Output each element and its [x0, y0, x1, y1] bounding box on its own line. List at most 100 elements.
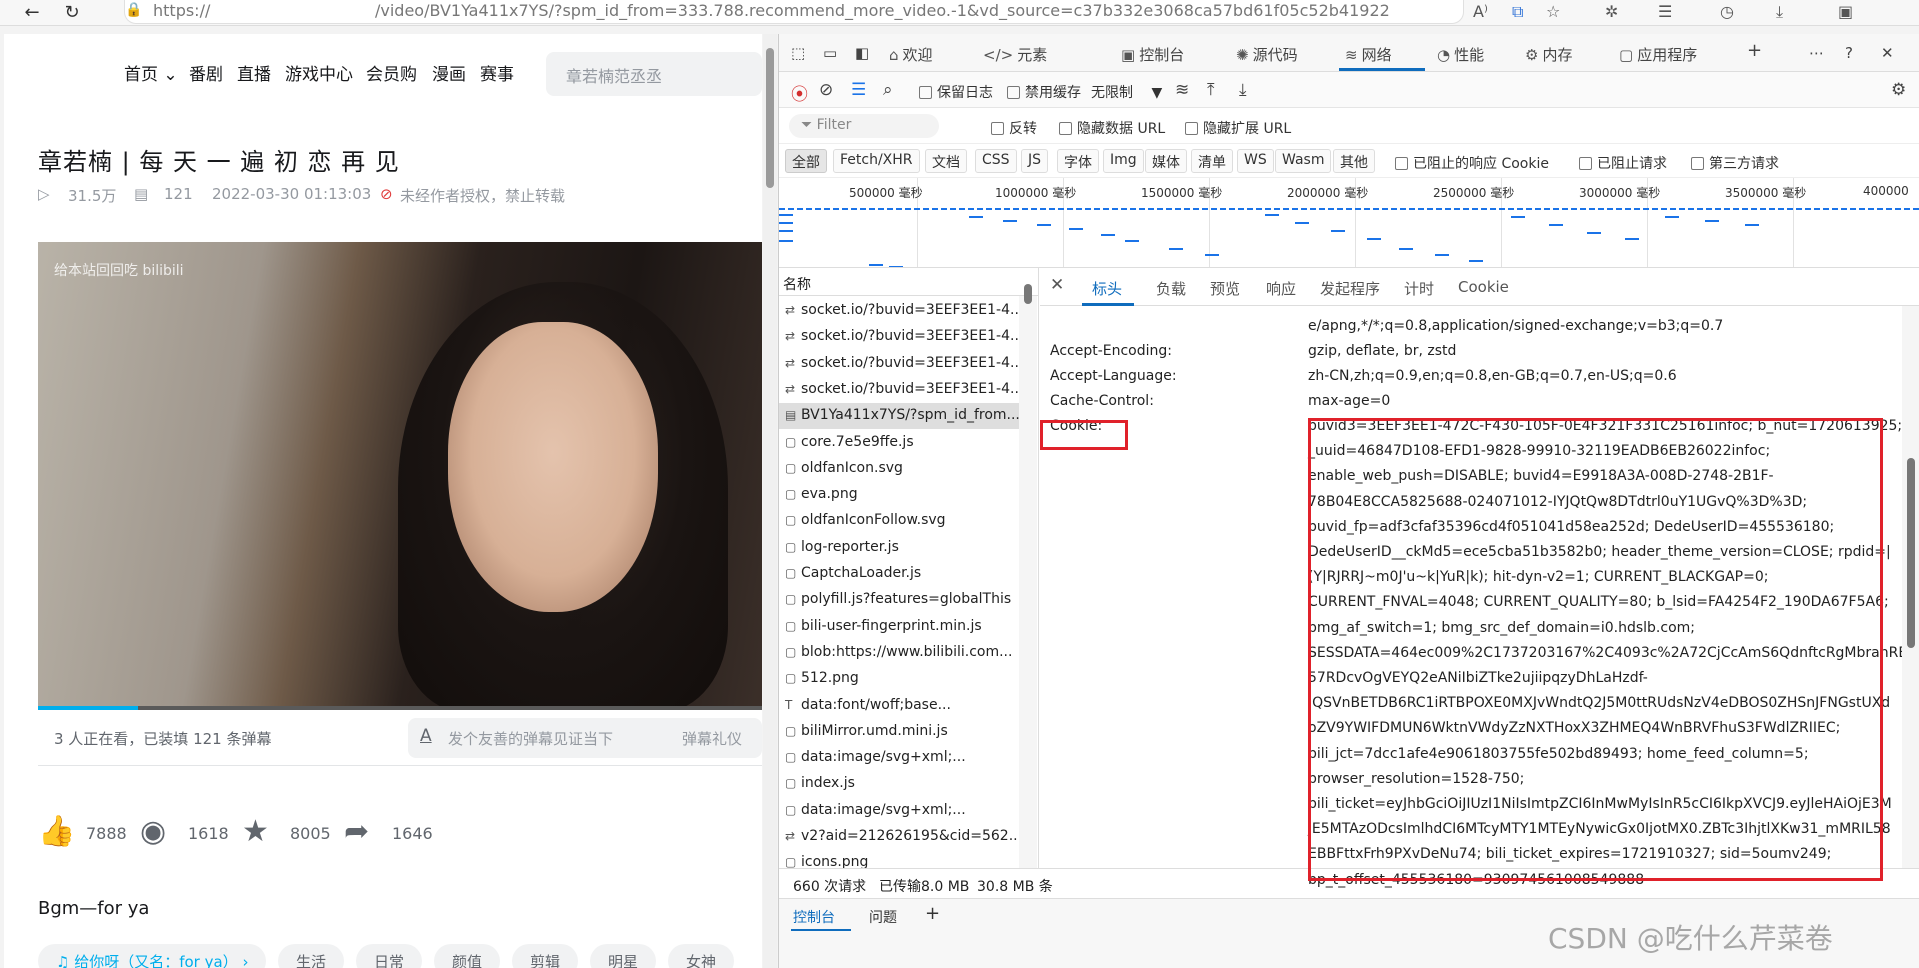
detail-tab-headers[interactable]: 标头	[1092, 278, 1122, 299]
video-player[interactable]: 给本站回回吃 bilibili	[38, 242, 762, 710]
history-icon[interactable]: ◷	[1720, 2, 1734, 21]
request-row[interactable]: ⇄ socket.io/?buvid=3EEF3EE1-4...	[779, 377, 1019, 403]
back-icon[interactable]: ←	[20, 2, 44, 23]
tab-welcome[interactable]: ⌂ 欢迎	[889, 44, 933, 65]
search-icon[interactable]: ⌕	[883, 80, 893, 100]
nav-item-esports[interactable]: 赛事	[480, 60, 514, 85]
favorite-star-icon[interactable]: ☆	[1546, 2, 1560, 21]
request-row[interactable]: ▢ core.7e5e9ffe.js	[779, 430, 1019, 456]
type-filter-js[interactable]: JS	[1021, 149, 1049, 173]
request-row[interactable]: ▢ oldfanIcon.svg	[779, 456, 1019, 482]
record-icon[interactable]: ⦿	[791, 80, 808, 105]
music-tag[interactable]: ♫ 给你呀（又名：for ya） ›	[38, 944, 267, 968]
request-row[interactable]: ▢ oldfanIconFollow.svg	[779, 508, 1019, 534]
type-filter-doc[interactable]: 文档	[925, 149, 967, 173]
tab-performance[interactable]: ◔ 性能	[1437, 44, 1484, 65]
more-icon[interactable]: ⋯	[1809, 44, 1824, 62]
danmaku-style-icon[interactable]: A	[420, 726, 432, 746]
translate-icon[interactable]: ⧉	[1512, 2, 1523, 22]
preserve-log-checkbox[interactable]: 保留日志	[919, 82, 993, 102]
request-row[interactable]: ▢ data:image/svg+xml;...	[779, 798, 1019, 824]
hide-data-url-checkbox[interactable]: 隐藏数据 URL	[1059, 118, 1165, 138]
clear-icon[interactable]: ⊘	[819, 80, 833, 100]
nav-item-live[interactable]: 直播	[237, 60, 271, 85]
request-row[interactable]: ▢ CaptchaLoader.js	[779, 561, 1019, 587]
type-filter-media[interactable]: 媒体	[1145, 149, 1187, 173]
detail-tab-timing[interactable]: 计时	[1404, 278, 1434, 299]
type-filter-css[interactable]: CSS	[975, 149, 1017, 173]
request-row[interactable]: ▢ eva.png	[779, 482, 1019, 508]
url-input[interactable]: 🔒 https:// /video/BV1Ya411x7YS/?spm_id_f…	[124, 0, 1464, 24]
detail-tab-cookies[interactable]: Cookie	[1458, 278, 1509, 296]
request-row[interactable]: Tdata:font/woff;base...	[779, 693, 1019, 719]
type-filter-other[interactable]: 其他	[1333, 149, 1375, 173]
nav-home[interactable]: 首页 ⌄	[124, 60, 178, 85]
third-party-checkbox[interactable]: 第三方请求	[1691, 153, 1779, 173]
network-conditions-icon[interactable]: ≋	[1175, 80, 1189, 100]
detail-tab-payload[interactable]: 负载	[1156, 278, 1186, 299]
network-settings-gear-icon[interactable]: ⚙	[1891, 80, 1906, 100]
request-row[interactable]: ⇄ socket.io/?buvid=3EEF3EE1-4...	[779, 324, 1019, 350]
nav-item-shop[interactable]: 会员购	[366, 60, 417, 85]
request-row[interactable]: ▢ polyfill.js?features=globalThis	[779, 587, 1019, 613]
read-aloud-icon[interactable]: A⁾	[1473, 2, 1488, 21]
blocked-requests-checkbox[interactable]: 已阻止请求	[1579, 153, 1667, 173]
inspect-icon[interactable]: ⬚	[791, 44, 805, 62]
close-detail-icon[interactable]: ✕	[1050, 275, 1064, 295]
device-toggle-icon[interactable]: ▭	[823, 44, 837, 62]
tab-network[interactable]: ≋ 网络	[1345, 44, 1392, 65]
name-column-header[interactable]: 名称	[779, 268, 1039, 296]
export-har-icon[interactable]: ⤓	[1239, 80, 1247, 100]
detail-tab-preview[interactable]: 预览	[1210, 278, 1240, 299]
tab-sources[interactable]: ✺ 源代码	[1236, 44, 1298, 65]
drawer-tab-issues[interactable]: 问题	[869, 907, 897, 927]
type-filter-wasm[interactable]: Wasm	[1275, 149, 1332, 173]
drawer-add-tab-icon[interactable]: +	[925, 903, 940, 924]
request-row[interactable]: ▢ index.js	[779, 771, 1019, 797]
drawer-tab-console[interactable]: 控制台	[793, 907, 835, 927]
invert-checkbox[interactable]: 反转	[991, 118, 1037, 138]
import-har-icon[interactable]: ⤒	[1207, 80, 1215, 100]
tag-item[interactable]: 生活	[278, 944, 345, 968]
request-row[interactable]: ⇄ socket.io/?buvid=3EEF3EE1-4...	[779, 351, 1019, 377]
tab-memory[interactable]: ⚙ 内存	[1525, 44, 1572, 65]
tab-application[interactable]: ▢ 应用程序	[1619, 44, 1697, 65]
request-row[interactable]: ▢ 512.png	[779, 666, 1019, 692]
request-row[interactable]: ▢ bili-user-fingerprint.min.js	[779, 614, 1019, 640]
type-filter-manifest[interactable]: 清单	[1191, 149, 1233, 173]
extensions-icon[interactable]: ✲	[1605, 2, 1618, 21]
hide-ext-url-checkbox[interactable]: 隐藏扩展 URL	[1185, 118, 1291, 138]
request-list-scrollbar[interactable]	[1024, 284, 1032, 304]
detail-tab-initiator[interactable]: 发起程序	[1320, 278, 1380, 299]
nav-item-manga[interactable]: 漫画	[432, 60, 466, 85]
danmaku-etiquette-link[interactable]: 弹幕礼仪	[682, 728, 742, 749]
request-row[interactable]: ⇄ v2?aid=212626195&cid=562...	[779, 824, 1019, 850]
tag-item[interactable]: 明星	[590, 944, 657, 968]
close-devtools-icon[interactable]: ✕	[1881, 44, 1894, 62]
request-row[interactable]: ⇄ socket.io/?buvid=3EEF3EE1-4...	[779, 298, 1019, 324]
danmaku-input[interactable]: A 发个友善的弹幕见证当下 弹幕礼仪	[408, 718, 762, 758]
throttle-select[interactable]: 无限制 ▼	[1091, 82, 1162, 102]
page-vertical-scrollbar[interactable]	[766, 48, 774, 188]
downloads-icon[interactable]: ⤓	[1776, 2, 1783, 22]
request-row[interactable]: ▢ data:image/svg+xml;...	[779, 745, 1019, 771]
type-filter-fetch-xhr[interactable]: Fetch/XHR	[833, 149, 920, 173]
tag-item[interactable]: 剪辑	[512, 944, 579, 968]
help-icon[interactable]: ?	[1845, 44, 1853, 62]
add-tab-icon[interactable]: +	[1747, 40, 1762, 61]
nav-item-game-center[interactable]: 游戏中心	[285, 60, 353, 85]
request-row[interactable]: ▢ biliMirror.umd.mini.js	[779, 719, 1019, 745]
type-filter-ws[interactable]: WS	[1237, 149, 1274, 173]
nav-item-bangumi[interactable]: 番剧	[189, 60, 223, 85]
collections-icon[interactable]: ▣	[1838, 2, 1853, 21]
reload-icon[interactable]: ↻	[60, 2, 84, 23]
filter-input[interactable]: ⏷ Filter	[789, 114, 939, 138]
detail-tab-response[interactable]: 响应	[1266, 278, 1296, 299]
detail-scrollbar[interactable]	[1907, 458, 1915, 648]
type-filter-font[interactable]: 字体	[1057, 149, 1099, 173]
tag-item[interactable]: 日常	[356, 944, 423, 968]
request-row[interactable]: ▢ blob:https://www.bilibili.com...	[779, 640, 1019, 666]
type-filter-all[interactable]: 全部	[785, 149, 827, 173]
tag-item[interactable]: 颜值	[434, 944, 501, 968]
tab-elements[interactable]: </> 元素	[983, 44, 1047, 65]
